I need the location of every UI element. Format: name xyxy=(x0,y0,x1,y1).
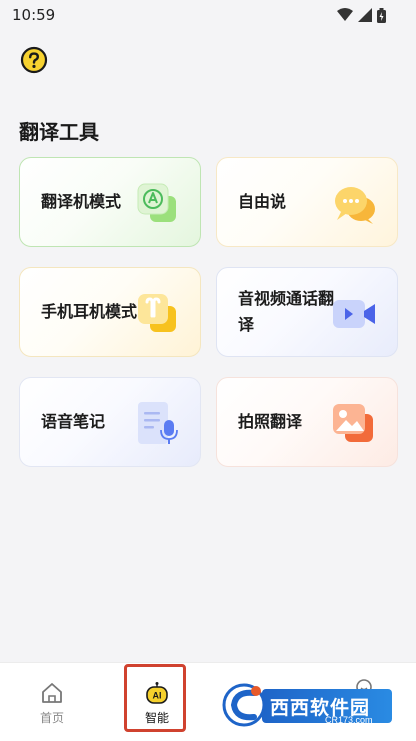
section-title: 翻译工具 xyxy=(19,120,99,144)
free-talk-card[interactable]: 自由说 xyxy=(216,157,398,247)
watermark-domain: CR173.com xyxy=(325,715,373,725)
tab-label: 首页 xyxy=(39,711,64,725)
chat-bubbles-icon xyxy=(335,187,375,224)
translator-device-icon xyxy=(137,183,176,222)
voice-notes-card[interactable]: 语音笔记 xyxy=(19,377,201,467)
av-call-translate-card[interactable]: 音视频通话翻译 xyxy=(216,267,398,357)
highlight-box xyxy=(124,664,186,732)
card-label: 手机耳机模式 xyxy=(41,302,138,321)
status-bar: 10:59 xyxy=(0,0,416,30)
status-icons xyxy=(337,7,386,23)
photo-translate-card[interactable]: 拍照翻译 xyxy=(216,377,398,467)
earbuds-icon xyxy=(138,294,176,332)
voice-note-icon xyxy=(138,402,178,444)
card-label: 翻译机模式 xyxy=(41,192,122,211)
wifi-icon xyxy=(337,8,353,21)
video-call-icon xyxy=(333,300,375,328)
battery-icon xyxy=(377,7,386,23)
status-time: 10:59 xyxy=(12,6,56,24)
card-label: 拍照翻译 xyxy=(238,412,303,431)
photo-icon xyxy=(333,404,373,442)
cell-signal-icon xyxy=(358,8,372,22)
tab-home[interactable]: 首页 xyxy=(17,663,87,741)
translator-mode-card[interactable]: 翻译机模式 xyxy=(19,157,201,247)
card-label: 语音笔记 xyxy=(41,412,106,431)
question-circle-icon[interactable] xyxy=(20,46,48,74)
card-label: 音视频通话翻译 xyxy=(238,289,335,334)
card-label: 自由说 xyxy=(238,192,287,211)
home-icon xyxy=(42,683,62,703)
earphone-mode-card[interactable]: 手机耳机模式 xyxy=(19,267,201,357)
